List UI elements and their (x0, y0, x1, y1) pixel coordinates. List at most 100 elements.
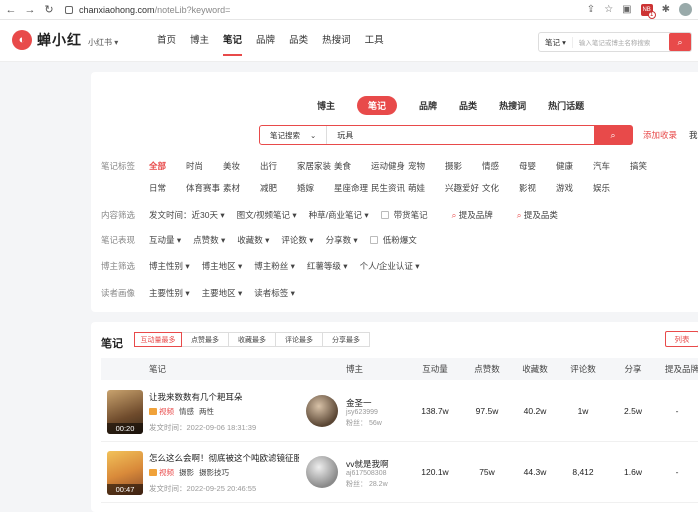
tag-item[interactable]: 美食 (334, 160, 371, 172)
filter-publish-time[interactable]: 发文时间：近30天 ▾ (149, 209, 225, 221)
tag-item[interactable]: 影视 (519, 182, 556, 194)
add-collect-link[interactable]: 添加收录 (643, 129, 677, 141)
sort-likes[interactable]: 点赞最多 (181, 332, 229, 347)
tag-item[interactable]: 运动健身 (371, 160, 408, 172)
header-search-input[interactable]: 输入笔记或博主名称搜索 (573, 37, 669, 47)
platform-select[interactable]: 小红书 ▾ (88, 37, 118, 48)
tag-item[interactable]: 情感 (482, 160, 519, 172)
sort-shares[interactable]: 分享最多 (322, 332, 370, 347)
tag-item[interactable]: 文化 (482, 182, 519, 194)
tab-categories[interactable]: 品类 (459, 99, 477, 112)
filter-interactions[interactable]: 互动量 ▾ (149, 234, 181, 246)
table-row[interactable]: 00:20 让我来数数有几个耙耳朵 视频 情感 两性 发文时间：2022-09-06… (101, 382, 698, 442)
tag-item[interactable]: 素材 (223, 182, 260, 194)
note-thumbnail[interactable]: 00:20 (107, 390, 143, 434)
tag-item[interactable]: 汽车 (593, 160, 630, 172)
puzzle-icon[interactable]: ✱ (662, 4, 670, 15)
logo[interactable]: ◐ 蝉小红 (12, 30, 82, 50)
tag-item[interactable]: 健康 (556, 160, 593, 172)
filter-level[interactable]: 红薯等级 ▾ (307, 260, 348, 272)
list-view-button[interactable]: 列表 (665, 331, 698, 347)
tag-item[interactable]: 兴趣爱好 (445, 182, 482, 194)
header-search-type[interactable]: 笔记 ▾ (539, 36, 573, 48)
nav-hot-words[interactable]: 热搜词 (315, 20, 358, 62)
tag-item[interactable]: 时尚 (186, 160, 223, 172)
extension-badge-icon[interactable]: NB 1 (640, 3, 656, 19)
star-icon[interactable]: ☆ (604, 4, 613, 15)
note-thumbnail[interactable]: 00:47 (107, 451, 143, 495)
search-type-select[interactable]: 笔记搜索 ⌄ (260, 126, 328, 144)
tag-item[interactable]: 搞笑 (630, 160, 667, 172)
search-input[interactable]: 玩具 (327, 130, 594, 141)
blogger-name[interactable]: 金圣一 (346, 397, 372, 409)
filter-commercial[interactable]: 种草/商业笔记 ▾ (309, 209, 369, 221)
checkbox-goods-notes[interactable]: 带货笔记 (380, 209, 440, 221)
checkbox-low-fans[interactable]: 低粉爆文 (369, 234, 429, 246)
filter-blogger-region[interactable]: 博主地区 ▾ (202, 260, 243, 272)
tag-item[interactable]: 全部 (149, 160, 186, 172)
filter-verification[interactable]: 个人/企业认证 ▾ (360, 260, 420, 272)
filter-note-type[interactable]: 图文/视频笔记 ▾ (237, 209, 297, 221)
filter-blogger-fans[interactable]: 博主粉丝 ▾ (254, 260, 295, 272)
tag-item[interactable]: 民生资讯 (371, 182, 408, 194)
tab-hot-words[interactable]: 热搜词 (499, 99, 526, 112)
tag-item[interactable]: 宠物 (408, 160, 445, 172)
nav-tools[interactable]: 工具 (358, 20, 391, 62)
tag-item[interactable]: 星座命理 (334, 182, 371, 194)
filter-blogger-gender[interactable]: 博主性别 ▾ (149, 260, 190, 272)
blogger-avatar[interactable] (306, 456, 338, 488)
my-link[interactable]: 我 (689, 129, 698, 141)
nav-notes[interactable]: 笔记 (216, 20, 249, 62)
tab-brands[interactable]: 品牌 (419, 99, 437, 112)
filter-reader-gender[interactable]: 主要性别 ▾ (149, 287, 190, 299)
header-search-button[interactable]: ⌕ (669, 33, 691, 51)
tag-item[interactable]: 家居家装 (297, 160, 334, 172)
blogger-avatar[interactable] (306, 395, 338, 427)
filter-shares[interactable]: 分享数 ▾ (326, 234, 358, 246)
filter-mention-brand[interactable]: ⌕ 提及品牌 (452, 209, 505, 221)
col-interactions[interactable]: 互动量 (415, 363, 455, 375)
sort-interactions[interactable]: 互动量最多 (134, 332, 182, 347)
filter-reader-region[interactable]: 主要地区 ▾ (202, 287, 243, 299)
tag-item[interactable]: 婚嫁 (297, 182, 334, 194)
table-row[interactable]: 00:47 怎么这么会啊！彻底被这个吨欧滤镜征服... 视频 摄影 摄影技巧 发文时… (101, 443, 698, 503)
sort-comments[interactable]: 评论最多 (275, 332, 323, 347)
tag-item[interactable]: 摄影 (445, 160, 482, 172)
nav-brands[interactable]: 品牌 (249, 20, 282, 62)
tab-bloggers[interactable]: 博主 (317, 99, 335, 112)
col-comments[interactable]: 评论数 (563, 363, 603, 375)
filter-collects[interactable]: 收藏数 ▾ (237, 234, 269, 246)
tag-item[interactable]: 美妆 (223, 160, 260, 172)
tag-item[interactable]: 出行 (260, 160, 297, 172)
filter-comments[interactable]: 评论数 ▾ (281, 234, 313, 246)
tag-item[interactable]: 娱乐 (593, 182, 630, 194)
blogger-name[interactable]: vv就是我啊 (346, 458, 389, 470)
sort-collects[interactable]: 收藏最多 (228, 332, 276, 347)
nav-bloggers[interactable]: 博主 (183, 20, 216, 62)
tab-notes[interactable]: 笔记 (357, 96, 398, 115)
filter-mention-category[interactable]: ⌕ 提及品类 (517, 209, 570, 221)
note-title[interactable]: 让我来数数有几个耙耳朵 (149, 391, 299, 403)
search-button[interactable]: ⌕ (594, 126, 632, 144)
back-icon[interactable]: ← (3, 4, 19, 16)
tag-item[interactable]: 减肥 (260, 182, 297, 194)
filter-reader-tags[interactable]: 读者标签 ▾ (254, 287, 295, 299)
profile-avatar[interactable] (679, 3, 692, 16)
note-title[interactable]: 怎么这么会啊！彻底被这个吨欧滤镜征服... (149, 452, 299, 464)
tab-hot-topics[interactable]: 热门话题 (548, 99, 584, 112)
tag-item[interactable]: 母婴 (519, 160, 556, 172)
forward-icon[interactable]: → (22, 4, 38, 16)
extension-icon[interactable]: ▣ (622, 4, 631, 15)
col-likes[interactable]: 点赞数 (467, 363, 507, 375)
address-bar[interactable]: chanxiaohong.com/noteLib?keyword= (65, 5, 230, 15)
nav-home[interactable]: 首页 (150, 20, 183, 62)
tag-item[interactable]: 萌娃 (408, 182, 445, 194)
tag-item[interactable]: 游戏 (556, 182, 593, 194)
tag-item[interactable]: 体育赛事 (186, 182, 223, 194)
filter-likes[interactable]: 点赞数 ▾ (193, 234, 225, 246)
col-shares[interactable]: 分享 (613, 363, 653, 375)
reload-icon[interactable]: ↻ (41, 3, 57, 16)
share-icon[interactable]: ⇪ (587, 4, 595, 15)
nav-categories[interactable]: 品类 (282, 20, 315, 62)
col-collects[interactable]: 收藏数 (515, 363, 555, 375)
